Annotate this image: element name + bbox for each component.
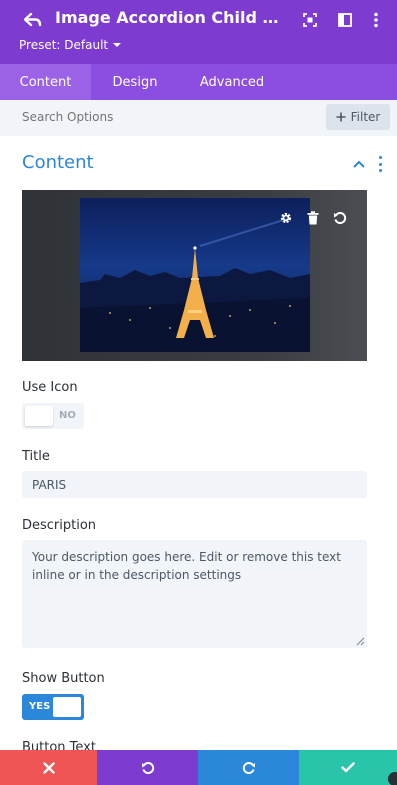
reset-icon (334, 212, 347, 224)
section-more-icon[interactable] (375, 156, 385, 172)
expand-button[interactable] (300, 10, 320, 30)
tab-design[interactable]: Design (91, 64, 179, 100)
description-textarea[interactable]: Your description goes here. Edit or remo… (22, 540, 367, 648)
sidebar-layout-icon (338, 13, 352, 27)
use-icon-toggle[interactable]: NO (22, 403, 84, 429)
image-settings-button[interactable] (278, 210, 294, 226)
show-button-label: Show Button (22, 671, 105, 686)
preset-dropdown[interactable]: Preset: Default (19, 38, 122, 52)
title-label: Title (22, 449, 50, 464)
discard-button[interactable] (0, 750, 97, 785)
resize-grip-icon[interactable] (356, 637, 365, 646)
filter-label: Filter (350, 110, 381, 124)
toggle-knob (25, 406, 53, 426)
bottom-action-bar (0, 750, 397, 785)
image-delete-button[interactable] (305, 210, 321, 226)
close-icon (42, 761, 55, 774)
gear-icon (280, 212, 292, 224)
show-button-toggle[interactable]: YES (22, 694, 84, 720)
show-button-value: YES (29, 701, 51, 712)
expand-icon (303, 13, 317, 27)
description-label: Description (22, 518, 97, 533)
undo-button[interactable] (97, 750, 198, 785)
back-button[interactable] (22, 9, 44, 31)
more-vertical-icon (374, 12, 378, 28)
use-icon-label: Use Icon (22, 380, 78, 395)
sidebar-layout-button[interactable] (335, 10, 355, 30)
tab-advanced[interactable]: Advanced (179, 64, 285, 100)
tab-content[interactable]: Content (0, 64, 91, 100)
check-icon (341, 762, 355, 773)
settings-header: Image Accordion Child Settings Preset: D… (0, 0, 397, 64)
modal-title: Image Accordion Child Settings (55, 8, 287, 27)
back-arrow-icon (24, 12, 42, 27)
redo-button[interactable] (198, 750, 299, 785)
more-options-button[interactable] (366, 10, 386, 30)
toggle-knob (53, 697, 81, 717)
use-icon-value: NO (59, 410, 76, 421)
chevron-down-icon (113, 43, 122, 47)
chevron-up-icon[interactable] (352, 158, 366, 170)
title-input[interactable] (22, 471, 367, 498)
image-upload-preview[interactable] (22, 190, 367, 361)
undo-icon (141, 761, 154, 774)
image-reset-button[interactable] (332, 210, 348, 226)
section-title[interactable]: Content (22, 152, 94, 173)
save-button[interactable] (299, 750, 397, 785)
search-input[interactable] (22, 110, 302, 124)
paris-eiffel-tower-image (80, 198, 310, 352)
resize-handle[interactable] (388, 772, 397, 785)
redo-icon (242, 761, 255, 774)
plus-icon (336, 112, 346, 122)
filter-button[interactable]: Filter (326, 104, 390, 130)
settings-tabs: Content Design Advanced (0, 64, 397, 100)
preset-label: Preset: Default (19, 38, 109, 52)
trash-icon (307, 211, 319, 225)
